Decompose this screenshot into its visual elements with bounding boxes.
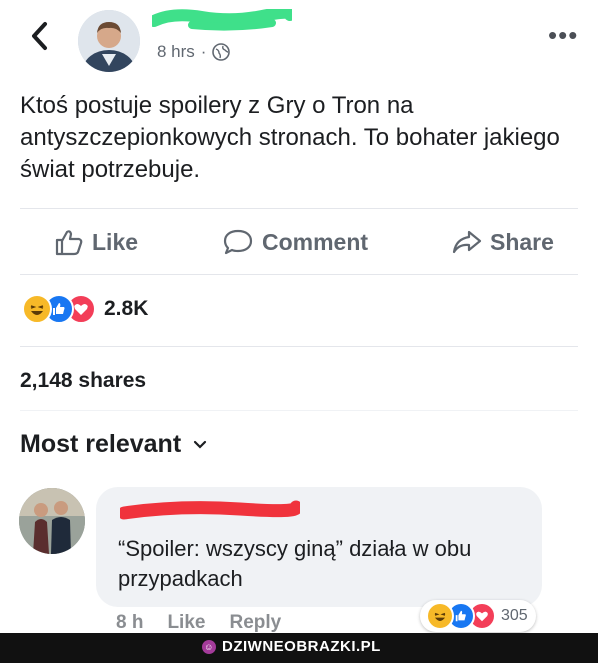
haha-icon [426, 602, 454, 630]
author-avatar[interactable] [78, 10, 140, 72]
watermark: ☺ DZIWNEOBRAZKI.PL [202, 638, 381, 655]
divider [20, 346, 578, 347]
share-arrow-icon [452, 230, 482, 254]
comment-reactions[interactable]: 305 [420, 600, 536, 632]
divider [20, 274, 578, 275]
post-timestamp: 8 hrs · [157, 42, 231, 62]
like-label: Like [92, 228, 139, 255]
watermark-bar: ☺ DZIWNEOBRAZKI.PL [0, 633, 598, 663]
share-label: Share [490, 228, 554, 255]
comment-label: Comment [262, 228, 369, 255]
post-time: 8 hrs [157, 42, 195, 61]
comment-meta: 8 h Like Reply [116, 612, 281, 634]
reaction-count: 2.8K [104, 297, 149, 320]
thumbs-up-icon [55, 230, 83, 256]
comment-like-link[interactable]: Like [167, 612, 205, 634]
comment-bubble-icon [223, 229, 253, 255]
comment-reaction-count: 305 [501, 607, 528, 624]
author-name-redaction [152, 9, 292, 31]
post-actions-bar: Like Comment Share [0, 220, 598, 264]
comment-reply-link[interactable]: Reply [229, 612, 281, 634]
comment-sort-dropdown[interactable]: Most relevant [20, 430, 207, 459]
comment-button[interactable]: Comment [222, 220, 368, 264]
chevron-down-icon [194, 440, 207, 449]
back-chevron-icon[interactable] [26, 18, 54, 54]
globe-icon [212, 43, 231, 61]
commenter-avatar[interactable] [19, 488, 85, 554]
reactions-summary[interactable]: 2.8K [22, 294, 148, 324]
watermark-text: DZIWNEOBRAZKI.PL [222, 638, 381, 655]
comment-text: “Spoiler: wszyscy giną” działa w obu prz… [118, 536, 472, 591]
watermark-logo-icon: ☺ [202, 639, 216, 654]
comment-time: 8 h [116, 612, 144, 633]
shares-count[interactable]: 2,148 shares [20, 369, 146, 393]
divider [20, 208, 578, 209]
like-button[interactable]: Like [54, 220, 138, 264]
commenter-name-redaction [120, 500, 300, 520]
more-options-icon[interactable]: ••• [548, 22, 578, 48]
separator-dot: · [200, 42, 207, 61]
divider [20, 410, 578, 411]
post-text: Ktoś postuje spoilery z Gry o Tron na an… [20, 92, 560, 183]
haha-icon [22, 294, 52, 324]
comment-sort-label: Most relevant [20, 430, 182, 458]
share-button[interactable]: Share [452, 220, 554, 264]
